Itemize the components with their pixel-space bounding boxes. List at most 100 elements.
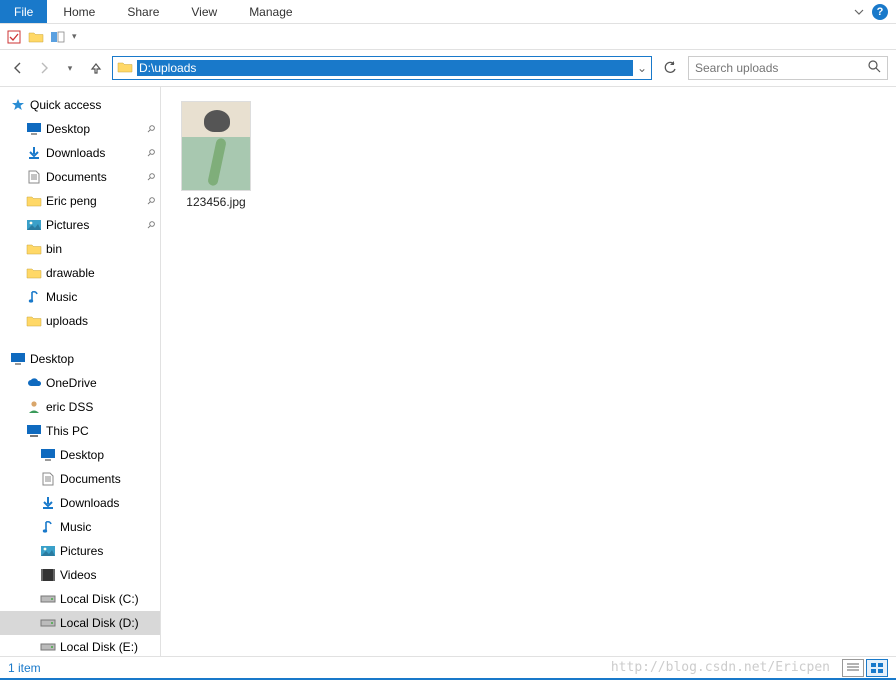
sidebar-item-label: Downloads	[46, 146, 105, 160]
sidebar-item-label: bin	[46, 242, 62, 256]
sidebar-item-desktop[interactable]: Desktop⚲	[0, 117, 160, 141]
tab-share[interactable]: Share	[111, 0, 175, 23]
search-box[interactable]	[688, 56, 888, 80]
folder-icon	[26, 265, 42, 281]
ribbon-spacer	[309, 0, 854, 23]
sidebar-item-downloads[interactable]: Downloads	[0, 491, 160, 515]
sidebar-item-label: This PC	[46, 424, 89, 438]
sidebar-label: Desktop	[30, 352, 74, 366]
thumbnails-view-button[interactable]	[866, 659, 888, 677]
address-bar[interactable]: D:\uploads ⌄	[112, 56, 652, 80]
ribbon-right: ?	[854, 0, 896, 23]
sidebar-item-label: Pictures	[60, 544, 103, 558]
sidebar-desktop-root[interactable]: Desktop	[0, 347, 160, 371]
sidebar-item-music[interactable]: Music	[0, 515, 160, 539]
sidebar-item-label: Music	[46, 290, 77, 304]
recent-locations-icon[interactable]: ▾	[60, 58, 80, 78]
sidebar-item-bin[interactable]: bin	[0, 237, 160, 261]
sidebar-item-uploads[interactable]: uploads	[0, 309, 160, 333]
sidebar-item-videos[interactable]: Videos	[0, 563, 160, 587]
refresh-button[interactable]	[658, 56, 682, 80]
back-button[interactable]	[8, 58, 28, 78]
sidebar-item-pictures[interactable]: Pictures	[0, 539, 160, 563]
sidebar-item-label: Downloads	[60, 496, 119, 510]
sidebar-item-music[interactable]: Music	[0, 285, 160, 309]
file-name: 123456.jpg	[186, 195, 245, 209]
sidebar-item-eric-dss[interactable]: eric DSS	[0, 395, 160, 419]
download-icon	[40, 495, 56, 511]
document-icon	[26, 169, 42, 185]
pin-icon: ⚲	[144, 123, 157, 136]
music-icon	[40, 519, 56, 535]
sidebar-item-documents[interactable]: Documents⚲	[0, 165, 160, 189]
sidebar-item-onedrive[interactable]: OneDrive	[0, 371, 160, 395]
file-item[interactable]: 123456.jpg	[171, 97, 261, 213]
sidebar-item-label: Videos	[60, 568, 96, 582]
sidebar-item-local-disk-c-[interactable]: Local Disk (C:)	[0, 587, 160, 611]
sidebar-item-label: Music	[60, 520, 91, 534]
sidebar-item-label: Documents	[46, 170, 107, 184]
pin-icon: ⚲	[144, 219, 157, 232]
sidebar-item-local-disk-d-[interactable]: Local Disk (D:)	[0, 611, 160, 635]
ribbon-collapse-icon[interactable]	[854, 5, 864, 19]
sidebar-item-label: Pictures	[46, 218, 89, 232]
sidebar-item-downloads[interactable]: Downloads ⚲	[0, 141, 160, 165]
search-icon[interactable]	[868, 60, 881, 76]
navigation-pane[interactable]: Quick access Desktop⚲Downloads⚲Documents…	[0, 87, 160, 656]
address-path[interactable]: D:\uploads	[137, 60, 633, 76]
sidebar-item-label: Documents	[60, 472, 121, 486]
sidebar-item-local-disk-e-[interactable]: Local Disk (E:)	[0, 635, 160, 656]
sidebar-item-label: Local Disk (C:)	[60, 592, 139, 606]
tab-home[interactable]: Home	[47, 0, 111, 23]
pin-icon: ⚲	[144, 147, 157, 160]
sidebar-item-pictures[interactable]: Pictures ⚲	[0, 213, 160, 237]
nav-bar: ▾ D:\uploads ⌄	[0, 50, 896, 86]
tab-file[interactable]: File	[0, 0, 47, 23]
pictures-icon	[26, 217, 42, 233]
file-thumbnail	[181, 101, 251, 191]
folder-icon	[26, 313, 42, 329]
sidebar-item-eric-peng[interactable]: Eric peng⚲	[0, 189, 160, 213]
tab-manage[interactable]: Manage	[233, 0, 308, 23]
tab-view[interactable]: View	[175, 0, 233, 23]
sidebar-item-label: Local Disk (D:)	[60, 616, 139, 630]
help-icon[interactable]: ?	[872, 4, 888, 20]
sidebar-item-desktop[interactable]: Desktop	[0, 443, 160, 467]
pc-icon	[26, 423, 42, 439]
properties-icon[interactable]	[6, 29, 22, 45]
forward-button[interactable]	[34, 58, 54, 78]
drive-icon	[40, 591, 56, 607]
monitor-icon	[10, 351, 26, 367]
address-folder-icon	[117, 60, 133, 76]
sidebar-item-label: uploads	[46, 314, 88, 328]
pin-icon: ⚲	[144, 195, 157, 208]
sidebar-item-this-pc[interactable]: This PC	[0, 419, 160, 443]
status-bar: 1 item http://blog.csdn.net/Ericpen	[0, 656, 896, 678]
drive-icon	[40, 615, 56, 631]
sidebar-item-label: Local Disk (E:)	[60, 640, 138, 654]
file-list-pane[interactable]: 123456.jpg	[161, 87, 896, 656]
qat-dropdown-icon[interactable]: ▾	[72, 31, 77, 42]
details-view-button[interactable]	[842, 659, 864, 677]
sidebar-label: Quick access	[30, 98, 101, 112]
quick-access-toolbar: ▾	[0, 24, 896, 50]
up-button[interactable]	[86, 58, 106, 78]
sidebar-item-drawable[interactable]: drawable	[0, 261, 160, 285]
folder-icon	[26, 241, 42, 257]
pictures-icon	[40, 543, 56, 559]
sidebar-quick-access[interactable]: Quick access	[0, 93, 160, 117]
sidebar-item-documents[interactable]: Documents	[0, 467, 160, 491]
address-dropdown-icon[interactable]: ⌄	[637, 61, 647, 75]
star-icon	[10, 97, 26, 113]
sidebar-item-label: drawable	[46, 266, 95, 280]
folder-icon	[26, 193, 42, 209]
status-item-count: 1 item	[8, 661, 41, 675]
monitor-icon	[26, 121, 42, 137]
qat-customize-icon[interactable]	[50, 29, 66, 45]
new-folder-icon[interactable]	[28, 29, 44, 45]
search-input[interactable]	[695, 61, 868, 75]
music-icon	[26, 289, 42, 305]
sidebar-item-label: eric DSS	[46, 400, 93, 414]
monitor-icon	[40, 447, 56, 463]
ribbon-tabs: File Home Share View Manage ?	[0, 0, 896, 24]
